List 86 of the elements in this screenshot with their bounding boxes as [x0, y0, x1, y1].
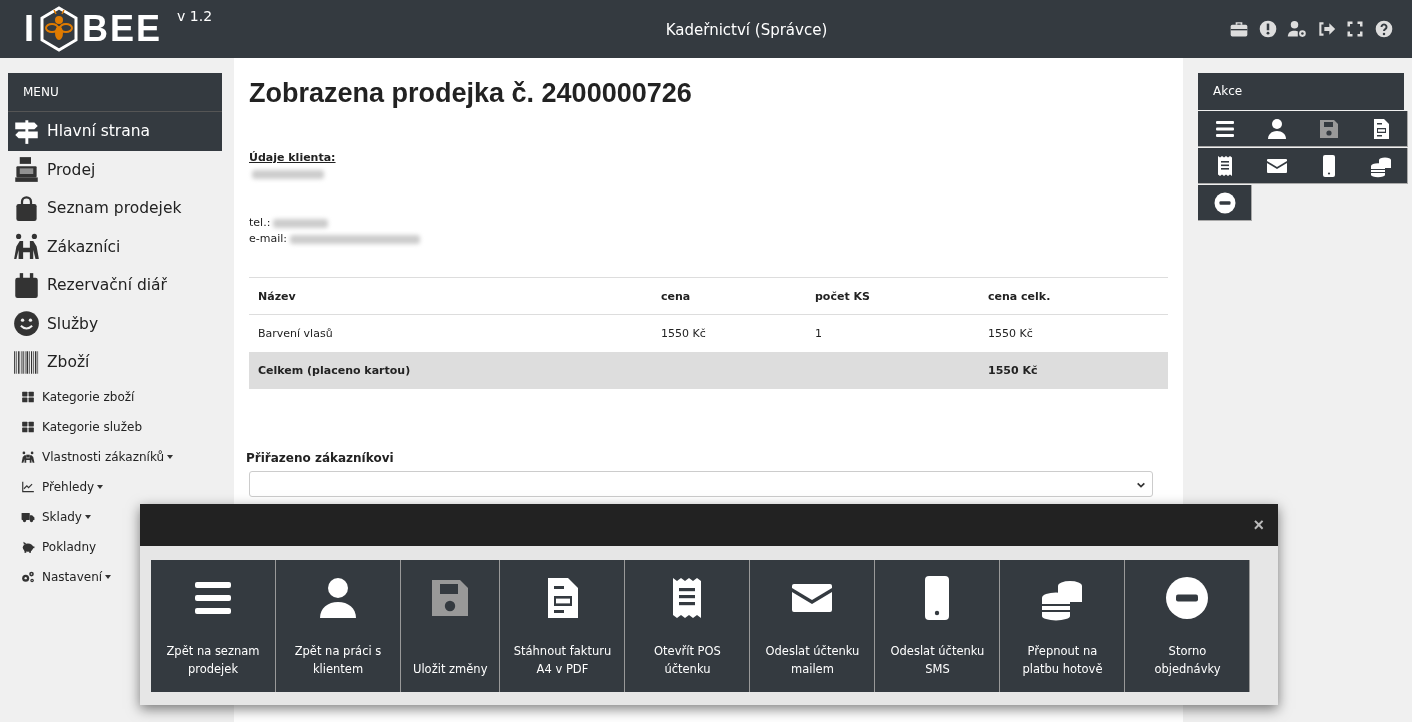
menu-label: Vlastnosti zákazníků [42, 449, 165, 464]
menu-item[interactable]: Zákazníci [8, 227, 222, 266]
email-label: e-mail: [249, 232, 287, 245]
gears-icon [21, 569, 35, 584]
bee-logo-icon [39, 6, 79, 52]
menu-label: Zákazníci [47, 237, 121, 256]
grid-icon [21, 419, 35, 434]
action-button[interactable] [1198, 148, 1252, 184]
fullscreen-icon[interactable] [1345, 19, 1365, 39]
action-button[interactable]: Zpět na seznam prodejek [151, 560, 276, 692]
menu-label: Prodej [47, 160, 96, 179]
table-cell: 1550 Kč [652, 314, 806, 352]
action-button[interactable]: Odeslat účtenku mailem [750, 560, 876, 692]
total-label: Celkem (placeno kartou) [258, 364, 411, 377]
menu-item[interactable]: Kategorie zboží [8, 381, 222, 412]
logo-text: BEE [82, 9, 163, 49]
grid-icon [21, 389, 35, 404]
menu-label: Rezervační diář [47, 276, 167, 295]
barcode-icon [13, 348, 40, 376]
action-button[interactable]: Storno objednávky [1125, 560, 1251, 692]
panel-header: Akce [1198, 73, 1404, 110]
version-label: v 1.2 [177, 8, 213, 24]
piggy-bank-icon [21, 539, 35, 554]
action-button[interactable]: Stáhnout fakturu A4 v PDF [500, 560, 626, 692]
menu-label: Pokladny [42, 539, 97, 554]
redacted-text [273, 218, 329, 228]
action-button[interactable] [1354, 111, 1408, 147]
menu-label: Nastavení [42, 569, 103, 584]
shopping-bag-icon [13, 194, 40, 222]
signpost-icon [13, 117, 40, 145]
menu-label: Kategorie zboží [42, 389, 135, 404]
action-button[interactable] [1198, 111, 1252, 147]
minus-circle-icon [1212, 190, 1237, 215]
action-button[interactable]: Otevřít POS účtenku [625, 560, 751, 692]
alert-icon[interactable] [1258, 19, 1278, 39]
field-label: Přiřazeno zákazníkovi [246, 451, 395, 465]
action-button[interactable] [1354, 148, 1408, 184]
action-button[interactable]: Přepnout na platbu hotově [1000, 560, 1126, 692]
menu-item[interactable]: Služby [8, 304, 222, 343]
menu-item[interactable]: Hlavní strana [8, 112, 222, 151]
menu-item[interactable]: Rezervační diář [8, 266, 222, 305]
close-button[interactable]: × [1251, 514, 1266, 536]
briefcase-icon[interactable] [1229, 19, 1249, 39]
column-header: cena [652, 277, 806, 315]
people-icon [21, 449, 35, 464]
page-title: Zobrazena prodejka č. 2400000726 [249, 78, 693, 109]
menu-item[interactable]: Přehledy [8, 471, 222, 502]
app-title: Kadeřnictví (Správce) [665, 20, 828, 39]
people-icon [13, 233, 40, 261]
table-cell: 1550 Kč [979, 314, 1168, 352]
calendar-icon [13, 271, 40, 299]
action-button[interactable]: Zpět na práci s klientem [276, 560, 401, 692]
action-button[interactable] [1198, 185, 1252, 221]
logo-text: I [24, 9, 36, 49]
menu-item[interactable]: Seznam prodejek [8, 189, 222, 228]
menu-item[interactable]: Vlastnosti zákazníků [8, 441, 222, 472]
menu-item[interactable]: Sklady [8, 501, 222, 532]
sign-out-icon[interactable] [1316, 19, 1336, 39]
menu-item[interactable]: Kategorie služeb [8, 411, 222, 442]
client-heading: Údaje klienta: [249, 151, 337, 164]
menu-label: Seznam prodejek [47, 199, 182, 218]
column-header: cena celk. [979, 277, 1168, 315]
user-settings-icon[interactable] [1287, 19, 1307, 39]
phone-label: tel.: [249, 216, 271, 229]
total-value: 1550 Kč [988, 364, 1038, 377]
menu-label: Zboží [47, 353, 90, 372]
menu-item[interactable]: Prodej [8, 150, 222, 189]
help-icon[interactable] [1374, 19, 1394, 39]
menu-label: Hlavní strana [47, 122, 151, 141]
redacted-text [252, 170, 324, 179]
table-cell: Barvení vlasů [249, 314, 652, 352]
line-chart-icon [21, 479, 35, 494]
chevron-down-icon [1136, 480, 1146, 490]
column-header: počet KS [806, 277, 979, 315]
smiley-icon [13, 310, 40, 338]
menu-item[interactable]: Pokladny [8, 531, 222, 562]
menu-item[interactable]: Zboží [8, 343, 222, 382]
column-header: Název [249, 277, 652, 315]
menu-label: Sklady [42, 509, 82, 524]
table-cell: 1 [806, 314, 979, 352]
menu-label: Přehledy [42, 479, 95, 494]
menu-label: Služby [47, 314, 99, 333]
menu-label: Kategorie služeb [42, 419, 142, 434]
action-button[interactable]: Odeslat účtenku SMS [875, 560, 1001, 692]
menu-header: MENU [8, 73, 222, 112]
cash-register-icon [13, 156, 40, 184]
